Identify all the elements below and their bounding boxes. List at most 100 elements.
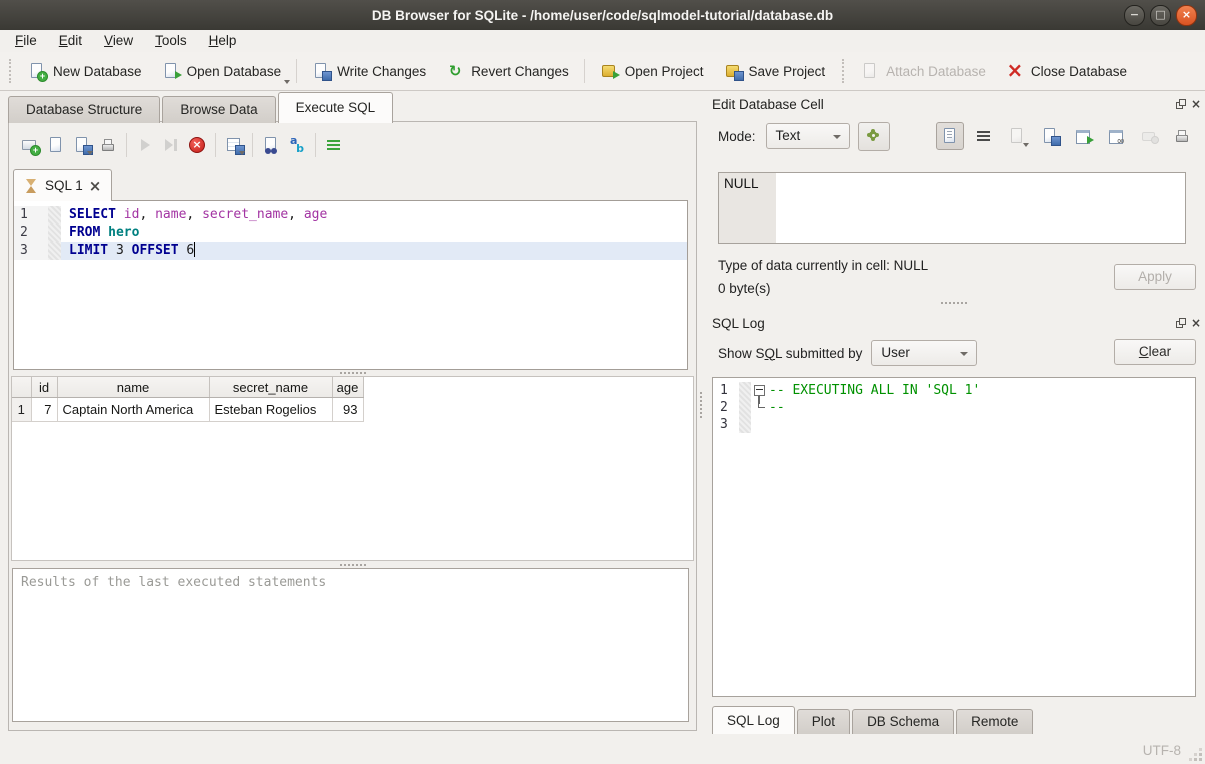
results-message-pane[interactable]: Results of the last executed statements <box>12 568 689 722</box>
log-line: 1-- EXECUTING ALL IN 'SQL 1' <box>713 382 1195 399</box>
word-wrap-button[interactable] <box>971 123 997 149</box>
main-vertical-splitter[interactable] <box>697 92 706 737</box>
line-number: 1 <box>14 206 48 224</box>
new-database-button[interactable]: New Database <box>18 56 152 86</box>
float-icon[interactable] <box>1176 99 1186 109</box>
open-project-label: Open Project <box>625 64 704 79</box>
new-sql-tab-button[interactable] <box>17 132 43 158</box>
revert-changes-button[interactable]: Revert Changes <box>436 56 579 86</box>
cell-value-editor[interactable]: NULL <box>718 172 1186 244</box>
open-in-external-app-button[interactable] <box>1070 123 1096 149</box>
column-header-secret_name[interactable]: secret_name <box>209 377 332 398</box>
save-sql-file-button[interactable] <box>69 132 95 158</box>
save-project-button[interactable]: Save Project <box>714 56 836 86</box>
close-icon[interactable]: × <box>1191 318 1201 328</box>
column-header-age[interactable]: age <box>332 377 363 398</box>
open-database-button[interactable]: Open Database <box>152 56 292 86</box>
cell-age[interactable]: 93 <box>332 398 363 422</box>
menu-file[interactable]: File <box>4 30 48 52</box>
column-header-name[interactable]: name <box>57 377 209 398</box>
dock-tab-sql-log[interactable]: SQL Log <box>712 706 795 734</box>
execute-current-line-button <box>158 132 184 158</box>
format-sql-button[interactable] <box>321 132 347 158</box>
log-filter-value: User <box>881 345 910 360</box>
float-icon[interactable] <box>1176 318 1186 328</box>
save-results-button[interactable] <box>221 132 247 158</box>
cell-secret_name[interactable]: Esteban Rogelios <box>209 398 332 422</box>
sql-log-view[interactable]: 1-- EXECUTING ALL IN 'SQL 1'2--3 <box>712 377 1196 697</box>
fold-margin <box>48 224 61 242</box>
cell-name[interactable]: Captain North America <box>57 398 209 422</box>
copy-as-link-button[interactable] <box>1103 123 1129 149</box>
sql-editor-tab[interactable]: SQL 1 × <box>13 169 112 201</box>
close-database-button[interactable]: Close Database <box>996 56 1137 86</box>
play-line-icon <box>162 136 180 154</box>
column-header-id[interactable]: id <box>31 377 57 398</box>
tab-browse-data[interactable]: Browse Data <box>162 96 275 123</box>
doc-attach-icon <box>861 62 879 80</box>
dropdown-caret-icon[interactable] <box>1023 143 1029 147</box>
cell-log-splitter[interactable] <box>712 299 1196 306</box>
find-replace-button[interactable] <box>284 132 310 158</box>
minimize-button[interactable]: − <box>1124 5 1145 26</box>
open-project-button[interactable]: Open Project <box>590 56 714 86</box>
export-to-file-button[interactable] <box>1037 123 1063 149</box>
close-button[interactable]: × <box>1176 5 1197 26</box>
mode-select[interactable]: Text <box>766 123 850 149</box>
encoding-status: UTF-8 <box>1143 743 1181 758</box>
printer-icon <box>1173 127 1191 145</box>
results-grid[interactable]: idnamesecret_nameage17Captain North Amer… <box>11 376 694 561</box>
sql-editor[interactable]: 1SELECT id, name, secret_name, age2FROM … <box>13 200 688 370</box>
attach-database-button: Attach Database <box>851 56 996 86</box>
dropdown-caret-icon[interactable] <box>87 151 93 155</box>
open-sql-file-button[interactable] <box>43 132 69 158</box>
print-cell-button[interactable] <box>1169 123 1195 149</box>
log-line: 3 <box>713 416 1195 433</box>
tab-plus-icon <box>21 136 39 154</box>
dock-tab-plot[interactable]: Plot <box>797 709 850 734</box>
stop-execution-button[interactable] <box>184 132 210 158</box>
row-number-cell[interactable]: 1 <box>12 398 31 422</box>
text-mode-toggle-button[interactable] <box>936 122 964 150</box>
clear-log-button[interactable]: Clear <box>1114 339 1196 365</box>
app-window: DB Browser for SQLite - /home/user/code/… <box>0 0 1205 764</box>
auto-switch-mode-button[interactable] <box>858 122 890 151</box>
find-button[interactable] <box>258 132 284 158</box>
log-fold-margin <box>739 382 751 399</box>
results-message-splitter[interactable] <box>9 561 696 568</box>
menu-edit[interactable]: Edit <box>48 30 93 52</box>
close-tab-icon[interactable]: × <box>89 179 102 193</box>
write-changes-button[interactable]: Write Changes <box>302 56 436 86</box>
dock-tab-remote[interactable]: Remote <box>956 709 1033 734</box>
printer-icon <box>99 136 117 154</box>
code-token <box>100 225 108 240</box>
window-arrow-icon <box>1074 127 1092 145</box>
log-fold-marker[interactable] <box>751 399 769 416</box>
cell-id[interactable]: 7 <box>31 398 57 422</box>
log-filter-select[interactable]: User <box>871 340 977 366</box>
line-number: 3 <box>14 242 48 260</box>
cell-editor-toolbar <box>936 122 1195 150</box>
apply-button[interactable]: Apply <box>1114 264 1196 290</box>
tab-database-structure[interactable]: Database Structure <box>8 96 160 123</box>
table-body: 17Captain North AmericaEsteban Rogelios9… <box>12 398 363 422</box>
code-token <box>116 207 124 222</box>
maximize-button[interactable]: □ <box>1150 5 1171 26</box>
dropdown-caret-icon[interactable] <box>284 80 290 84</box>
fold-collapse-icon[interactable] <box>754 385 765 396</box>
dock-tab-db-schema[interactable]: DB Schema <box>852 709 954 734</box>
print-sql-button[interactable] <box>95 132 121 158</box>
tab-execute-sql[interactable]: Execute SQL <box>278 92 394 123</box>
menu-view[interactable]: View <box>93 30 144 52</box>
editor-results-splitter[interactable] <box>9 369 696 376</box>
hourglass-icon <box>24 178 39 194</box>
resize-grip[interactable] <box>1199 758 1202 761</box>
close-icon[interactable]: × <box>1191 99 1201 109</box>
dropdown-caret-icon[interactable] <box>239 151 245 155</box>
row-number-header[interactable] <box>12 377 31 398</box>
menu-help[interactable]: Help <box>198 30 248 52</box>
sql-tab-label: SQL 1 <box>45 178 83 193</box>
menu-tools[interactable]: Tools <box>144 30 198 52</box>
window-link-icon <box>1107 127 1125 145</box>
titlebar[interactable]: DB Browser for SQLite - /home/user/code/… <box>0 0 1205 31</box>
